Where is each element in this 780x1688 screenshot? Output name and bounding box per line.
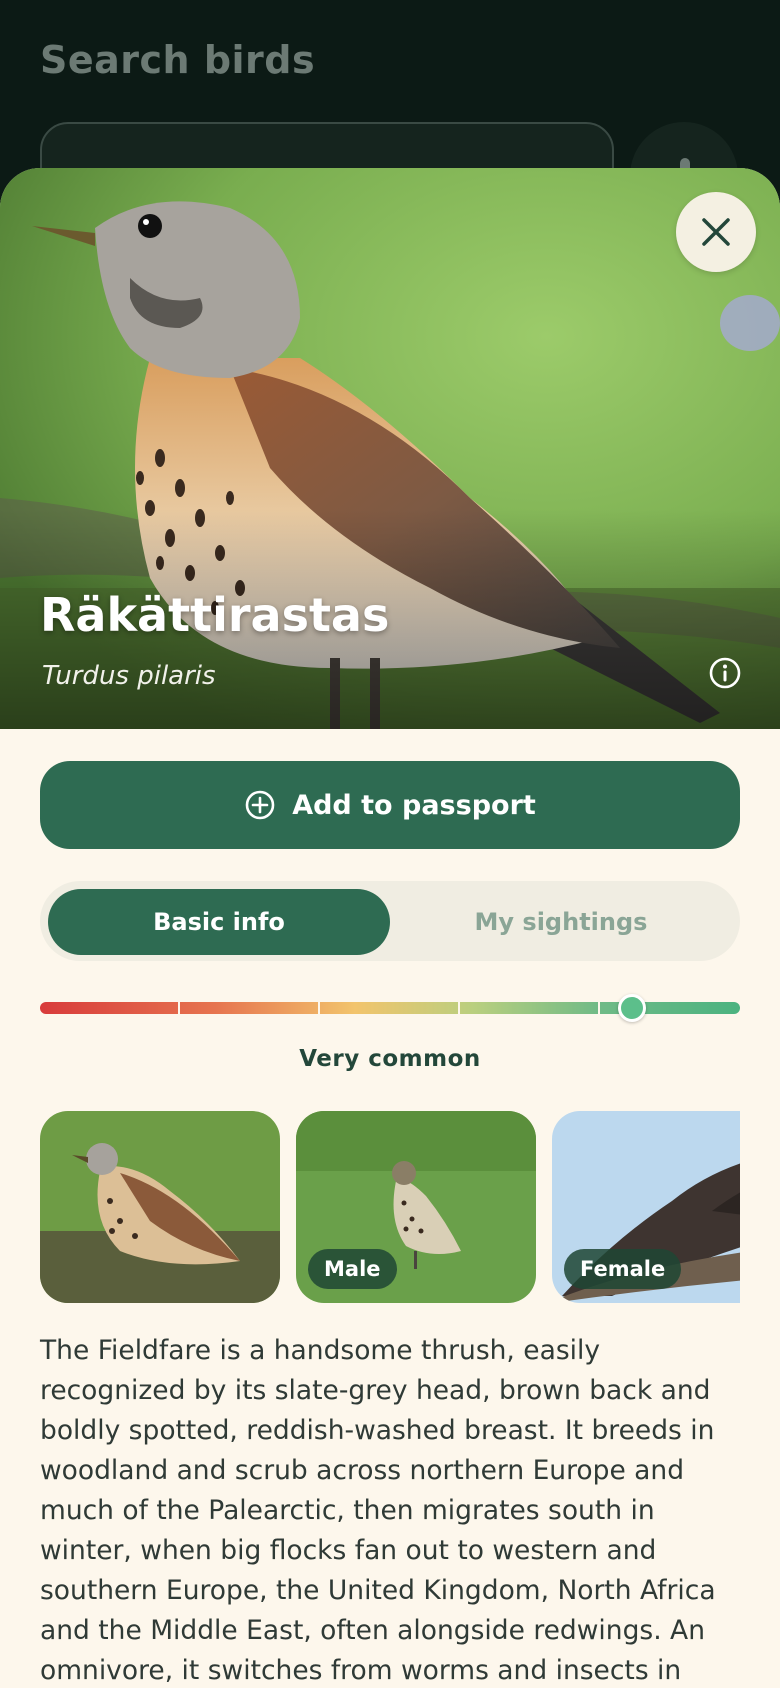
tab-basic-info[interactable]: Basic info (48, 889, 390, 955)
rarity-tick (178, 1000, 180, 1016)
close-icon (702, 218, 730, 246)
fieldfare-photo (40, 1111, 280, 1303)
rarity-label: Very common (299, 1046, 481, 1072)
add-to-passport-button[interactable]: Add to passport (40, 761, 740, 849)
plus-circle-icon (245, 790, 275, 820)
add-to-passport-label: Add to passport (292, 789, 536, 821)
tab-bar: Basic info My sightings (40, 881, 740, 961)
rarity-tick (458, 1000, 460, 1016)
page-title: Search birds (40, 38, 316, 82)
bird-description: The Fieldfare is a handsome thrush, easi… (40, 1335, 716, 1686)
photo-gallery[interactable]: Male Female (40, 1111, 740, 1303)
rarity-tick (318, 1000, 320, 1016)
photo-badge-male: Male (308, 1249, 397, 1289)
bird-common-name: Räkättirastas (40, 588, 390, 642)
bird-latin-name: Turdus pilaris (42, 661, 216, 691)
gallery-photo-female[interactable]: Female (552, 1111, 740, 1303)
rarity-indicator (618, 994, 647, 1022)
photo-badge-female: Female (564, 1249, 682, 1289)
rarity-tick (598, 1000, 600, 1016)
bird-hero-photo: Räkättirastas Turdus pilaris (0, 168, 780, 729)
rarity-meter: Very common (40, 988, 740, 1078)
gallery-photo[interactable] (40, 1111, 280, 1303)
tab-my-sightings[interactable]: My sightings (390, 889, 732, 955)
close-button[interactable] (676, 192, 756, 272)
gallery-photo-male[interactable]: Male (296, 1111, 536, 1303)
info-circle-icon[interactable] (708, 656, 742, 690)
bird-detail-sheet: Räkättirastas Turdus pilaris Add to pass… (0, 168, 780, 1688)
